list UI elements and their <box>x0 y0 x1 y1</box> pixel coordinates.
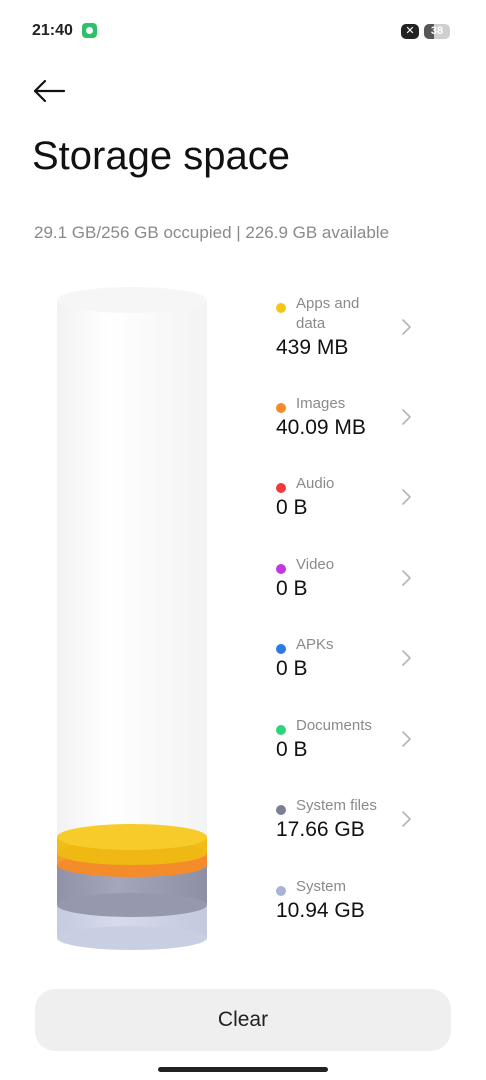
storage-summary: 29.1 GB/256 GB occupied | 226.9 GB avail… <box>34 223 390 242</box>
category-item-documents[interactable]: Documents 0 B <box>272 714 432 784</box>
clear-button[interactable]: Clear <box>35 989 451 1051</box>
category-color-dot <box>276 725 286 735</box>
category-item-images[interactable]: Images 40.09 MB <box>272 392 432 462</box>
category-value: 0 B <box>276 738 308 761</box>
segment-apps-top <box>57 824 207 850</box>
category-value: 0 B <box>276 657 308 680</box>
notification-app-icon <box>82 23 97 38</box>
category-label: Video <box>296 556 335 573</box>
category-item-audio[interactable]: Audio 0 B <box>272 472 432 542</box>
category-label: System <box>296 878 347 895</box>
category-value: 439 MB <box>276 336 349 359</box>
category-color-dot <box>276 483 286 493</box>
category-color-dot <box>276 303 286 313</box>
close-icon: ✕ <box>401 24 419 39</box>
category-item-apks[interactable]: APKs 0 B <box>272 633 432 703</box>
category-label: System files <box>296 797 377 814</box>
arrow-left-icon <box>33 79 66 103</box>
category-color-dot <box>276 403 286 413</box>
category-value: 0 B <box>276 496 308 519</box>
battery-level: 38 <box>430 25 444 37</box>
chevron-right-icon[interactable] <box>400 729 414 749</box>
category-value: 0 B <box>276 577 308 600</box>
category-label: APKs <box>296 636 334 653</box>
category-color-dot <box>276 886 286 896</box>
category-label: Apps and data <box>296 295 360 332</box>
category-label: Images <box>296 395 346 412</box>
category-color-dot <box>276 644 286 654</box>
status-time: 21:40 <box>32 22 73 39</box>
back-button[interactable] <box>30 74 70 110</box>
battery-icon: 38 <box>424 24 450 39</box>
chevron-right-icon[interactable] <box>400 317 414 337</box>
category-label: Documents <box>296 717 372 734</box>
category-item-apps-and-data[interactable]: Apps and data 439 MB <box>272 292 432 362</box>
cylinder-top <box>57 287 207 313</box>
segment-system-files-base <box>57 893 207 917</box>
home-indicator[interactable] <box>158 1067 328 1072</box>
category-item-system: System 10.94 GB <box>272 875 432 945</box>
chevron-right-icon[interactable] <box>400 407 414 427</box>
storage-cylinder-chart <box>50 280 220 960</box>
chevron-right-icon[interactable] <box>400 568 414 588</box>
category-item-system-files[interactable]: System files 17.66 GB <box>272 794 432 864</box>
chevron-right-icon[interactable] <box>400 809 414 829</box>
category-label: Audio <box>296 475 335 492</box>
status-bar: 21:40 ✕ 38 <box>0 0 486 60</box>
category-color-dot <box>276 564 286 574</box>
category-color-dot <box>276 805 286 815</box>
segment-system-base <box>57 926 207 950</box>
chevron-right-icon[interactable] <box>400 648 414 668</box>
category-value: 40.09 MB <box>276 416 366 439</box>
category-value: 17.66 GB <box>276 818 365 841</box>
page-title: Storage space <box>32 134 290 178</box>
category-value: 10.94 GB <box>276 899 365 922</box>
category-item-video[interactable]: Video 0 B <box>272 553 432 623</box>
chevron-right-icon[interactable] <box>400 487 414 507</box>
